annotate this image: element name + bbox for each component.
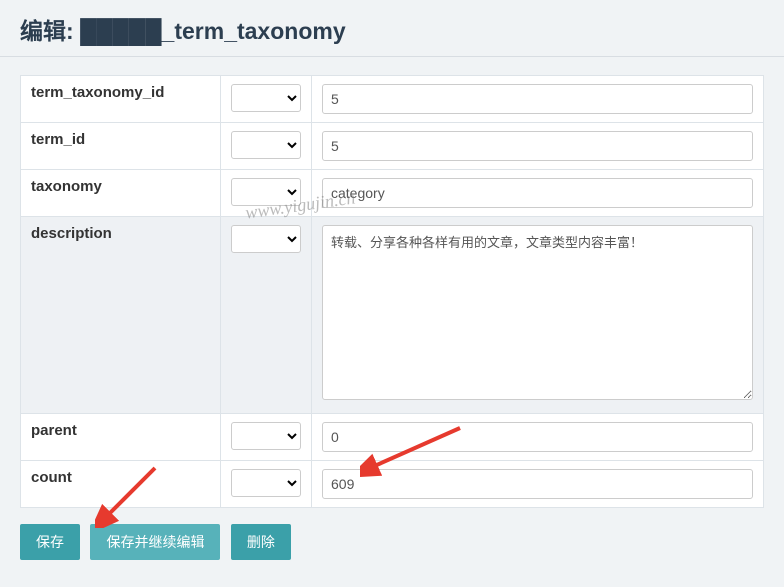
type-select-count[interactable] bbox=[231, 469, 301, 497]
save-continue-button[interactable]: 保存并继续编辑 bbox=[90, 524, 220, 560]
page-header: 编辑: █████_term_taxonomy bbox=[0, 0, 784, 57]
title-prefix: 编辑: bbox=[20, 18, 80, 44]
row-description: description bbox=[21, 217, 764, 414]
form-table: term_taxonomy_id term_id taxonomy bbox=[20, 75, 764, 508]
page-title: 编辑: █████_term_taxonomy bbox=[20, 12, 764, 46]
input-count[interactable] bbox=[322, 469, 753, 499]
input-term-taxonomy-id[interactable] bbox=[322, 84, 753, 114]
row-term-id: term_id bbox=[21, 123, 764, 170]
title-suffix: _term_taxonomy bbox=[162, 18, 346, 44]
type-select-description[interactable] bbox=[231, 225, 301, 253]
button-row: 保存 保存并继续编辑 删除 bbox=[0, 508, 784, 576]
row-taxonomy: taxonomy bbox=[21, 170, 764, 217]
input-taxonomy[interactable] bbox=[322, 178, 753, 208]
row-parent: parent bbox=[21, 414, 764, 461]
row-term-taxonomy-id: term_taxonomy_id bbox=[21, 76, 764, 123]
label-taxonomy: taxonomy bbox=[21, 170, 221, 217]
row-count: count bbox=[21, 461, 764, 508]
delete-button[interactable]: 删除 bbox=[231, 524, 291, 560]
title-obscured: █████ bbox=[80, 18, 161, 44]
input-parent[interactable] bbox=[322, 422, 753, 452]
type-select-term-taxonomy-id[interactable] bbox=[231, 84, 301, 112]
type-select-term-id[interactable] bbox=[231, 131, 301, 159]
label-parent: parent bbox=[21, 414, 221, 461]
label-term-taxonomy-id: term_taxonomy_id bbox=[21, 76, 221, 123]
type-select-taxonomy[interactable] bbox=[231, 178, 301, 206]
form-area: term_taxonomy_id term_id taxonomy bbox=[0, 75, 784, 508]
label-count: count bbox=[21, 461, 221, 508]
type-select-parent[interactable] bbox=[231, 422, 301, 450]
label-description: description bbox=[21, 217, 221, 414]
textarea-description[interactable] bbox=[322, 225, 753, 400]
label-term-id: term_id bbox=[21, 123, 221, 170]
input-term-id[interactable] bbox=[322, 131, 753, 161]
save-button[interactable]: 保存 bbox=[20, 524, 80, 560]
